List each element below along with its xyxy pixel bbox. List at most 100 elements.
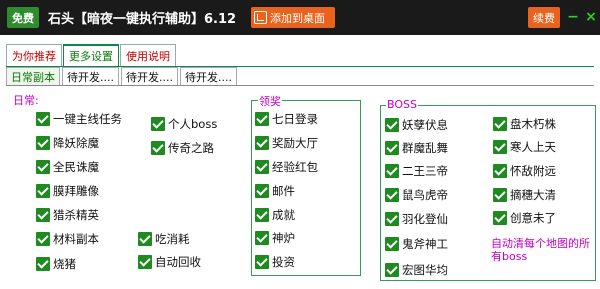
checkbox[interactable]: [255, 231, 269, 245]
boss-label: BOSS: [386, 98, 418, 111]
free-badge: 免费: [7, 7, 39, 28]
checkbox[interactable]: [493, 188, 507, 202]
checkbox[interactable]: [255, 255, 269, 269]
checkbox[interactable]: [493, 164, 507, 178]
item-label: 吃消耗: [155, 232, 190, 246]
item-label: 投资: [272, 255, 295, 269]
boss-item[interactable]: 宏图华均: [385, 262, 448, 278]
reward-item[interactable]: 七日登录: [255, 111, 318, 127]
item-label: 材料副本: [53, 232, 99, 246]
boss-item[interactable]: 二王三帝: [385, 163, 448, 179]
boss-item[interactable]: 鬼斧神工: [385, 236, 448, 252]
daily-item[interactable]: 传奇之路: [151, 140, 214, 156]
checkbox[interactable]: [36, 257, 50, 271]
daily-item[interactable]: 猎杀精英: [36, 207, 99, 223]
daily-item[interactable]: 降妖除魔: [36, 135, 99, 151]
boss-note: 自动清每个地图的所有boss: [491, 237, 590, 263]
item-label: 烧猪: [53, 257, 76, 271]
checkbox[interactable]: [36, 160, 50, 174]
tab-more-settings[interactable]: 更多设置: [63, 44, 119, 66]
checkbox[interactable]: [36, 232, 50, 246]
item-label: 邮件: [272, 184, 295, 198]
checkbox[interactable]: [493, 211, 507, 225]
subtab-divider: [6, 85, 594, 86]
checkbox[interactable]: [36, 136, 50, 150]
minimize-button[interactable]: −: [565, 7, 581, 27]
item-label: 二王三帝: [402, 164, 448, 178]
reward-item[interactable]: 经验红包: [255, 159, 318, 175]
item-label: 鼠鸟虎帝: [402, 188, 448, 202]
item-label: 羽化登仙: [402, 212, 448, 226]
checkbox[interactable]: [36, 184, 50, 198]
reward-item[interactable]: 投资: [255, 254, 295, 270]
boss-item[interactable]: 群魔乱舞: [385, 140, 448, 156]
add-to-desktop-label: 添加到桌面: [270, 11, 325, 25]
close-button[interactable]: ×: [583, 7, 599, 27]
checkbox[interactable]: [255, 160, 269, 174]
boss-item[interactable]: 妖孽伏息: [385, 117, 448, 133]
title-bar: 免费 石头【暗夜一键执行辅助】6.12 添加到桌面 续费 − ×: [0, 0, 600, 35]
item-label: 群魔乱舞: [402, 141, 448, 155]
checkbox[interactable]: [255, 136, 269, 150]
checkbox[interactable]: [255, 184, 269, 198]
checkbox[interactable]: [36, 112, 50, 126]
daily-item[interactable]: 全民诛魔: [36, 159, 99, 175]
item-label: 传奇之路: [168, 141, 214, 155]
checkbox[interactable]: [385, 164, 399, 178]
subtab-todo-1[interactable]: 待开发....: [62, 67, 119, 85]
checkbox[interactable]: [385, 237, 399, 251]
checkbox[interactable]: [36, 208, 50, 222]
boss-item[interactable]: 寒人上天: [493, 139, 556, 155]
daily-item[interactable]: 一键主线任务: [36, 111, 122, 127]
renew-button[interactable]: 续费: [528, 7, 560, 28]
item-label: 降妖除魔: [53, 136, 99, 150]
sub-tabs: 日常副本 待开发.... 待开发.... 待开发....: [6, 67, 239, 85]
daily-item[interactable]: 吃消耗: [138, 231, 190, 247]
checkbox[interactable]: [385, 141, 399, 155]
checkbox[interactable]: [255, 208, 269, 222]
reward-item[interactable]: 邮件: [255, 183, 295, 199]
daily-item[interactable]: 自动回收: [138, 254, 201, 270]
boss-item[interactable]: 鼠鸟虎帝: [385, 187, 448, 203]
boss-item[interactable]: 怀敌附远: [493, 163, 556, 179]
checkbox[interactable]: [151, 141, 165, 155]
checkbox[interactable]: [385, 263, 399, 277]
item-label: 七日登录: [272, 112, 318, 126]
daily-label: 日常:: [12, 92, 40, 108]
reward-item[interactable]: 神炉: [255, 230, 295, 246]
item-label: 怀敌附远: [510, 164, 556, 178]
checkbox[interactable]: [138, 232, 152, 246]
item-label: 摘穗大清: [510, 188, 556, 202]
checkbox[interactable]: [493, 140, 507, 154]
subtab-todo-2[interactable]: 待开发....: [121, 67, 178, 85]
checkbox[interactable]: [151, 117, 165, 131]
subtab-todo-3[interactable]: 待开发....: [180, 67, 237, 85]
main-tabs: 为你推荐 更多设置 使用说明: [6, 44, 177, 66]
checkbox[interactable]: [385, 188, 399, 202]
checkbox[interactable]: [255, 112, 269, 126]
reward-item[interactable]: 奖励大厅: [255, 135, 318, 151]
subtab-daily-dungeon[interactable]: 日常副本: [6, 67, 60, 85]
boss-item[interactable]: 羽化登仙: [385, 211, 448, 227]
boss-item[interactable]: 盘木朽株: [493, 116, 556, 132]
checkbox[interactable]: [493, 117, 507, 131]
daily-item[interactable]: 烧猪: [36, 256, 76, 272]
tab-recommend[interactable]: 为你推荐: [6, 44, 62, 66]
checkbox[interactable]: [385, 212, 399, 226]
item-label: 创意未了: [510, 211, 556, 225]
item-label: 妖孽伏息: [402, 118, 448, 132]
checkbox[interactable]: [385, 118, 399, 132]
boss-item[interactable]: 摘穗大清: [493, 187, 556, 203]
checkbox[interactable]: [138, 255, 152, 269]
daily-item[interactable]: 膜拜雕像: [36, 183, 99, 199]
daily-item[interactable]: 材料副本: [36, 231, 99, 247]
tab-instructions[interactable]: 使用说明: [120, 44, 176, 66]
reward-item[interactable]: 成就: [255, 207, 295, 223]
daily-item[interactable]: 个人boss: [151, 116, 217, 132]
boss-item[interactable]: 创意未了: [493, 210, 556, 226]
add-to-desktop-button[interactable]: 添加到桌面: [251, 7, 335, 28]
item-label: 鬼斧神工: [402, 237, 448, 251]
item-label: 寒人上天: [510, 140, 556, 154]
item-label: 宏图华均: [402, 263, 448, 277]
item-label: 成就: [272, 208, 295, 222]
